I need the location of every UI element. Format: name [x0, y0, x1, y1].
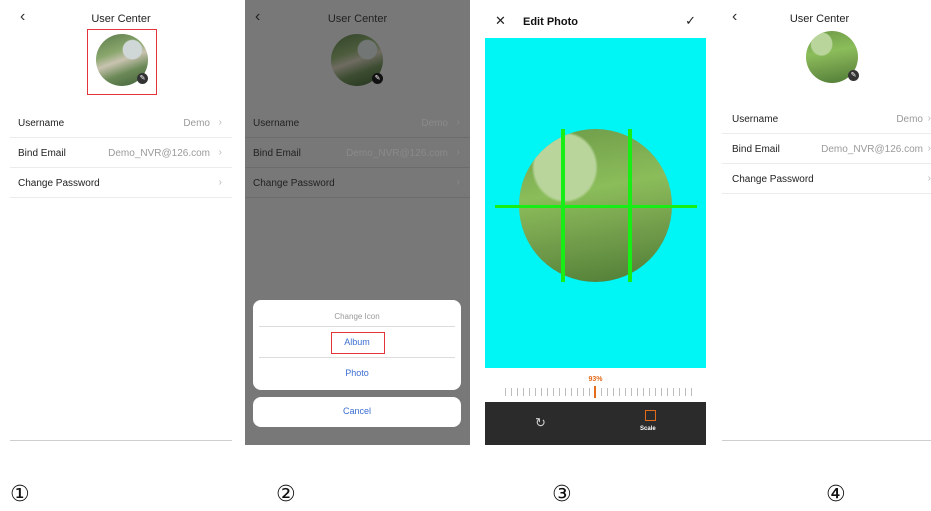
- bind-email-label: Bind Email: [18, 148, 66, 159]
- divider: [722, 440, 931, 441]
- edit-photo-screen: ✕ Edit Photo ✓ 93% ↻ Scale: [485, 0, 706, 445]
- page-title: User Center: [327, 13, 388, 25]
- chevron-right-icon: ›: [218, 117, 222, 128]
- username-label: Username: [253, 118, 300, 129]
- chevron-right-icon: ›: [927, 143, 931, 154]
- header: ‹ User Center: [722, 0, 931, 34]
- divider: [259, 326, 455, 327]
- sheet-title: Change Icon: [334, 312, 380, 321]
- change-password-label: Change Password: [18, 178, 100, 189]
- divider: [10, 440, 232, 441]
- username-row[interactable]: Username Demo ›: [722, 104, 931, 134]
- username-value: Demo: [183, 118, 210, 129]
- page-title: Edit Photo: [523, 16, 578, 28]
- cancel-button[interactable]: Cancel: [253, 406, 461, 416]
- rotate-icon[interactable]: ↻: [535, 415, 546, 431]
- photo-option[interactable]: Photo: [253, 368, 461, 378]
- change-password-label: Change Password: [253, 178, 335, 189]
- bind-email-label: Bind Email: [732, 144, 780, 155]
- edit-pencil-icon: ✎: [372, 73, 383, 84]
- bind-email-value: Demo_NVR@126.com: [821, 144, 923, 155]
- confirm-icon[interactable]: ✓: [685, 13, 696, 29]
- zoom-thumb[interactable]: [594, 386, 596, 398]
- edit-pencil-icon[interactable]: ✎: [848, 70, 859, 81]
- close-icon[interactable]: ✕: [495, 13, 506, 29]
- change-password-row[interactable]: Change Password ›: [722, 164, 931, 194]
- change-icon-sheet: Change Icon Album Photo: [253, 300, 461, 390]
- username-row: Username Demo ›: [245, 108, 470, 138]
- edit-toolbar: ↻ Scale: [485, 402, 706, 445]
- cancel-sheet: Cancel: [253, 397, 461, 427]
- header: ‹ User Center: [245, 0, 470, 34]
- chevron-right-icon: ›: [927, 113, 931, 124]
- username-row[interactable]: Username Demo ›: [10, 108, 232, 138]
- username-label: Username: [18, 118, 65, 129]
- chevron-right-icon: ›: [218, 177, 222, 188]
- zoom-ticks: [505, 388, 696, 396]
- user-center-screen-1: ‹ User Center ✎ Username Demo › Bind Ema…: [10, 0, 232, 445]
- zoom-slider[interactable]: 93%: [485, 368, 706, 402]
- zoom-value: 93%: [588, 376, 603, 383]
- bind-email-row: Bind Email Demo_NVR@126.com ›: [245, 138, 470, 168]
- chevron-right-icon: ›: [456, 147, 460, 158]
- avatar-highlight-box: [87, 29, 157, 95]
- scale-icon[interactable]: [645, 410, 656, 421]
- chevron-right-icon: ›: [927, 173, 931, 184]
- user-center-screen-2: ‹ User Center ✎ Username Demo › Bind Ema…: [245, 0, 470, 445]
- step-number-2: ②: [276, 482, 296, 507]
- chevron-right-icon: ›: [218, 147, 222, 158]
- grid-line-horizontal: [495, 205, 697, 208]
- crop-canvas[interactable]: [485, 38, 706, 368]
- scale-label[interactable]: Scale: [640, 426, 656, 432]
- bind-email-value: Demo_NVR@126.com: [108, 148, 210, 159]
- username-value: Demo: [421, 118, 448, 129]
- step-number-4: ④: [826, 482, 846, 507]
- step-number-3: ③: [552, 482, 572, 507]
- bind-email-row[interactable]: Bind Email Demo_NVR@126.com ›: [722, 134, 931, 164]
- bind-email-label: Bind Email: [253, 148, 301, 159]
- change-password-row[interactable]: Change Password ›: [10, 168, 232, 198]
- header: ✕ Edit Photo ✓: [485, 0, 706, 38]
- change-password-label: Change Password: [732, 174, 814, 185]
- album-highlight-box: [331, 332, 385, 354]
- bind-email-row[interactable]: Bind Email Demo_NVR@126.com ›: [10, 138, 232, 168]
- divider: [259, 357, 455, 358]
- username-label: Username: [732, 114, 779, 125]
- step-number-1: ①: [10, 482, 30, 507]
- user-center-screen-4: ‹ User Center ✎ Username Demo › Bind Ema…: [722, 0, 931, 445]
- change-password-row: Change Password ›: [245, 168, 470, 198]
- bind-email-value: Demo_NVR@126.com: [346, 148, 448, 159]
- page-title: User Center: [91, 13, 151, 25]
- page-title: User Center: [789, 13, 850, 25]
- username-value: Demo: [896, 114, 923, 125]
- chevron-right-icon: ›: [456, 117, 460, 128]
- chevron-right-icon: ›: [456, 177, 460, 188]
